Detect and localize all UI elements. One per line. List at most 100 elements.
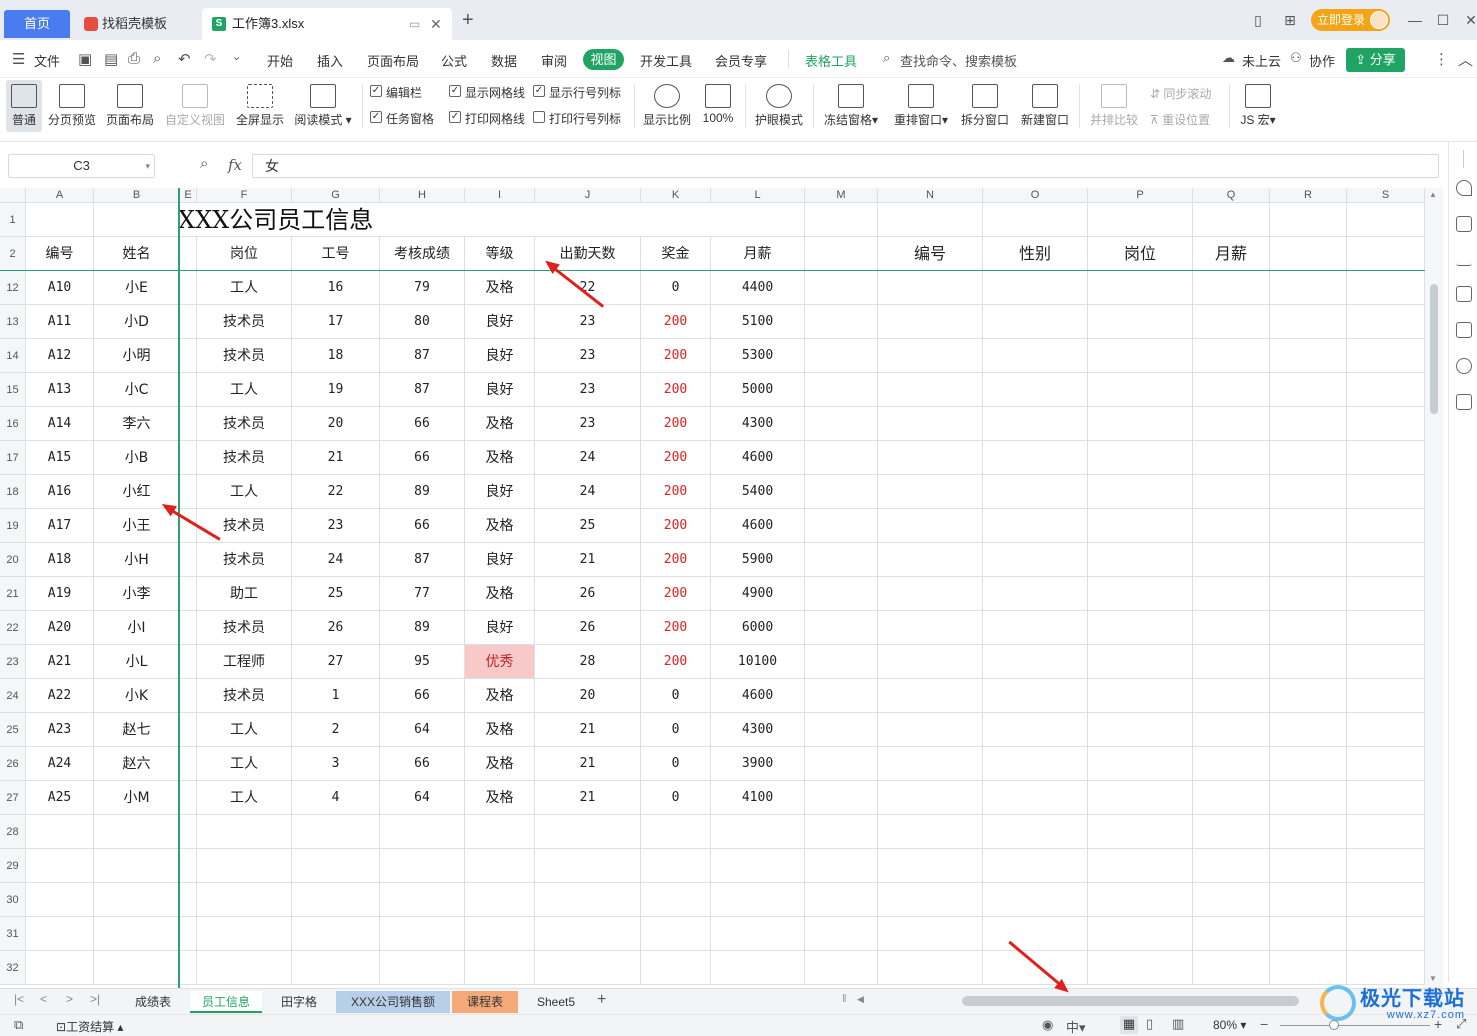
table-cell[interactable]: 200: [641, 373, 711, 407]
cell[interactable]: [1088, 339, 1193, 373]
login-button[interactable]: 立即登录: [1311, 9, 1390, 31]
cell[interactable]: [983, 951, 1088, 985]
cell[interactable]: [983, 407, 1088, 441]
column-header-e[interactable]: E: [180, 188, 197, 203]
cell[interactable]: [1270, 747, 1347, 781]
table-cell[interactable]: 4300: [711, 407, 805, 441]
cell[interactable]: [292, 815, 380, 849]
cell[interactable]: [1193, 849, 1270, 883]
header-cell[interactable]: 月薪: [1193, 237, 1270, 271]
table-cell[interactable]: 26: [535, 577, 641, 611]
table-cell[interactable]: 小B: [94, 441, 180, 475]
cell[interactable]: [26, 203, 94, 237]
table-cell[interactable]: 200: [641, 543, 711, 577]
header-cell[interactable]: [805, 237, 878, 271]
chevron-down-icon[interactable]: ⌄: [232, 50, 241, 63]
cell[interactable]: [1347, 441, 1425, 475]
column-header-f[interactable]: F: [197, 188, 292, 203]
export-pdf-icon[interactable]: ▤: [104, 50, 118, 68]
cell[interactable]: [1193, 781, 1270, 815]
header-cell[interactable]: 考核成绩: [380, 237, 465, 271]
column-header-g[interactable]: G: [292, 188, 380, 203]
cell[interactable]: [711, 883, 805, 917]
table-cell[interactable]: 4100: [711, 781, 805, 815]
cell[interactable]: [805, 679, 878, 713]
js-macro-button[interactable]: JS 宏▾: [1236, 80, 1280, 132]
row-header[interactable]: 20: [0, 543, 26, 577]
table-cell[interactable]: 及格: [465, 441, 535, 475]
macro-record-icon[interactable]: ⧉: [14, 1017, 23, 1033]
row-header[interactable]: 27: [0, 781, 26, 815]
table-cell[interactable]: 赵七: [94, 713, 180, 747]
table-cell[interactable]: 及格: [465, 781, 535, 815]
cell[interactable]: [878, 679, 983, 713]
header-cell[interactable]: 岗位: [197, 237, 292, 271]
cell[interactable]: [1347, 373, 1425, 407]
row-header[interactable]: 29: [0, 849, 26, 883]
cell[interactable]: [94, 883, 180, 917]
table-cell[interactable]: 200: [641, 407, 711, 441]
table-cell[interactable]: A21: [26, 645, 94, 679]
cell[interactable]: [878, 951, 983, 985]
table-cell[interactable]: 小明: [94, 339, 180, 373]
prev-sheet-icon[interactable]: <: [40, 992, 47, 1006]
cell[interactable]: [180, 713, 197, 747]
cell[interactable]: [180, 747, 197, 781]
cell[interactable]: [1193, 373, 1270, 407]
cell[interactable]: [1088, 407, 1193, 441]
cell[interactable]: [1088, 509, 1193, 543]
table-cell[interactable]: 23: [535, 407, 641, 441]
task-pane-checkbox[interactable]: ✓ 任务窗格: [370, 110, 434, 127]
menu-member[interactable]: 会员专享: [715, 51, 767, 70]
show-gridlines-checkbox[interactable]: ✓ 显示网格线: [449, 84, 525, 101]
layout-panel-icon[interactable]: [1456, 286, 1472, 302]
table-cell[interactable]: 87: [380, 339, 465, 373]
table-cell[interactable]: 技术员: [197, 407, 292, 441]
table-cell[interactable]: 200: [641, 509, 711, 543]
cell[interactable]: [983, 475, 1088, 509]
table-cell[interactable]: 89: [380, 611, 465, 645]
column-header-n[interactable]: N: [878, 188, 983, 203]
cell[interactable]: [1088, 611, 1193, 645]
workbook-tab[interactable]: S 工作簿3.xlsx ▭ ✕: [202, 8, 452, 40]
cell[interactable]: [180, 305, 197, 339]
home-tab[interactable]: 首页: [4, 10, 70, 38]
cell[interactable]: [180, 645, 197, 679]
table-cell[interactable]: A16: [26, 475, 94, 509]
table-cell[interactable]: 4600: [711, 679, 805, 713]
column-header-q[interactable]: Q: [1193, 188, 1270, 203]
grid-apps-icon[interactable]: ⊞: [1278, 8, 1302, 32]
cell[interactable]: [180, 475, 197, 509]
cell[interactable]: [878, 849, 983, 883]
cell[interactable]: [1347, 815, 1425, 849]
print-gridlines-checkbox[interactable]: ✓ 打印网格线: [449, 110, 525, 127]
cell[interactable]: [805, 713, 878, 747]
cell[interactable]: [380, 917, 465, 951]
cell[interactable]: [1088, 645, 1193, 679]
cell[interactable]: [1088, 713, 1193, 747]
cell[interactable]: [180, 339, 197, 373]
table-cell[interactable]: 2: [292, 713, 380, 747]
more-icon[interactable]: ⋮: [1434, 50, 1449, 68]
table-cell[interactable]: 4600: [711, 441, 805, 475]
table-cell[interactable]: 技术员: [197, 339, 292, 373]
table-cell[interactable]: 工人: [197, 747, 292, 781]
cell[interactable]: [805, 373, 878, 407]
cell[interactable]: [641, 917, 711, 951]
table-cell[interactable]: 5000: [711, 373, 805, 407]
table-cell[interactable]: 89: [380, 475, 465, 509]
table-cell[interactable]: 64: [380, 781, 465, 815]
cell[interactable]: [1270, 475, 1347, 509]
row-header[interactable]: 19: [0, 509, 26, 543]
cell[interactable]: [711, 815, 805, 849]
table-cell[interactable]: 19: [292, 373, 380, 407]
column-header-h[interactable]: H: [380, 188, 465, 203]
cell[interactable]: [1347, 679, 1425, 713]
cell[interactable]: [1270, 373, 1347, 407]
row-header[interactable]: 28: [0, 815, 26, 849]
cell[interactable]: [805, 441, 878, 475]
cell[interactable]: [180, 781, 197, 815]
cell[interactable]: [1347, 883, 1425, 917]
cell[interactable]: [878, 339, 983, 373]
table-cell[interactable]: 优秀: [465, 645, 535, 679]
